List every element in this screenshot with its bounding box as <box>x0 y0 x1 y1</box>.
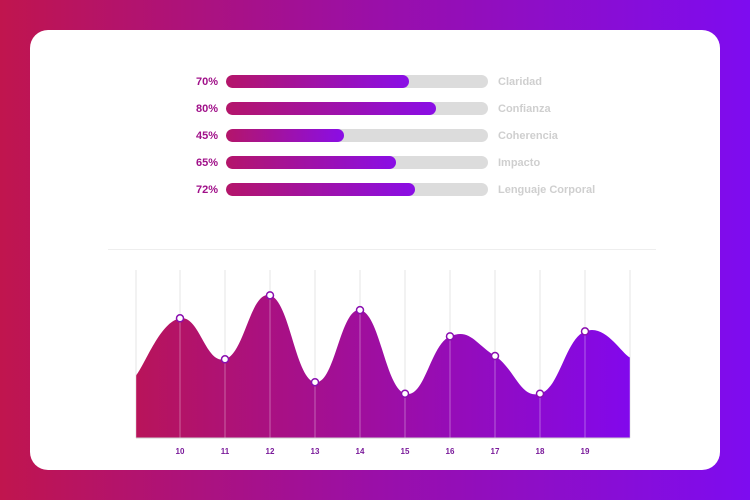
data-point <box>535 389 545 398</box>
area-chart: 10 11 12 13 14 15 16 17 18 19 <box>135 270 631 456</box>
x-tick-label: 15 <box>401 447 410 456</box>
x-tick-label: 16 <box>446 447 455 456</box>
data-point <box>355 305 365 315</box>
x-tick-label: 19 <box>581 447 590 456</box>
data-point <box>580 327 590 336</box>
x-tick-label: 11 <box>221 447 230 456</box>
x-tick-label: 14 <box>356 447 365 456</box>
x-tick-label: 18 <box>536 447 545 456</box>
data-point <box>400 389 410 398</box>
x-tick-label: 10 <box>176 447 185 456</box>
card: 70% Claridad 80% Confianza 45% Coherenci… <box>30 30 720 470</box>
area-series <box>136 295 630 438</box>
x-tick-label: 13 <box>311 447 320 456</box>
x-tick-label: 17 <box>491 447 500 456</box>
x-tick-labels: 10 11 12 13 14 15 16 17 18 19 <box>176 447 590 456</box>
data-point <box>445 332 455 341</box>
data-point <box>220 355 230 364</box>
data-point <box>490 351 500 361</box>
data-point <box>310 377 320 387</box>
data-point <box>265 291 275 300</box>
x-tick-label: 12 <box>266 447 275 456</box>
data-point <box>175 314 185 323</box>
